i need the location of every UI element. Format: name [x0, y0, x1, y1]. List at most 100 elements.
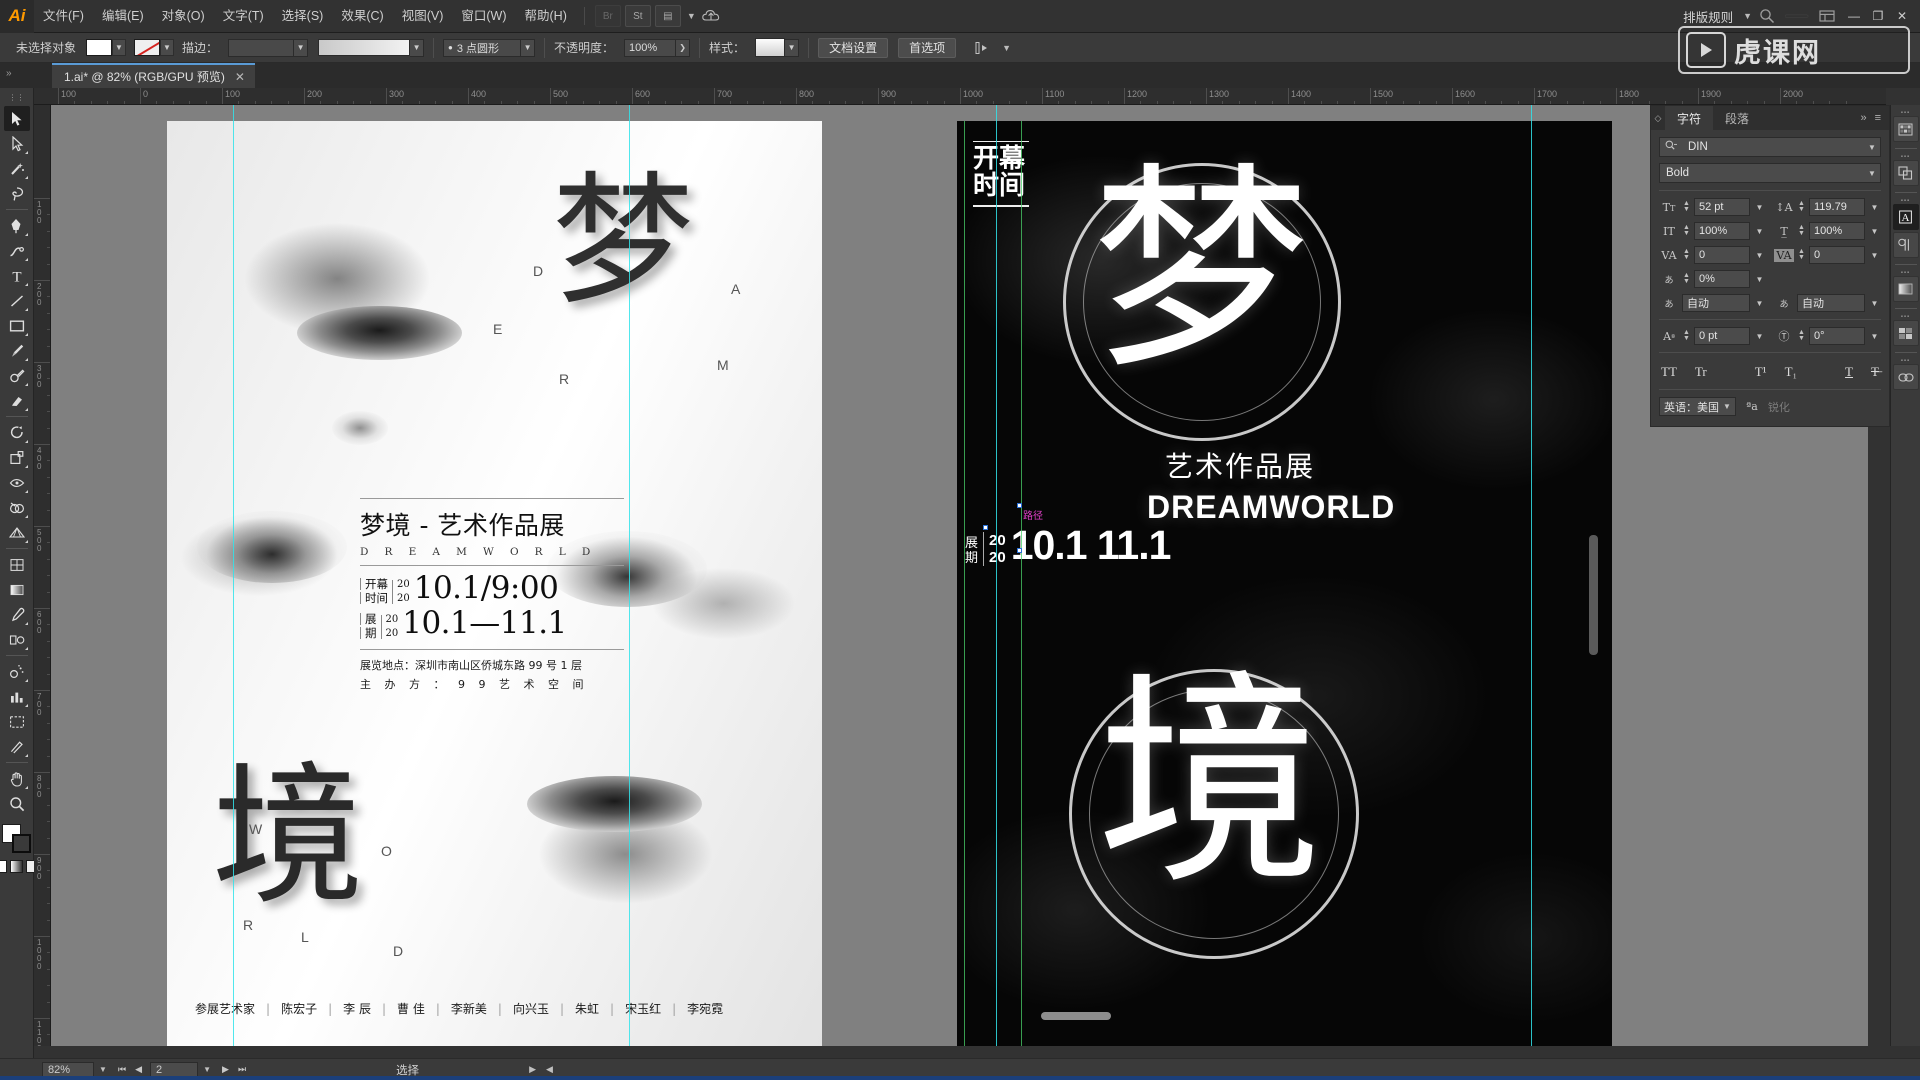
horizontal-scale-chevron-down-icon[interactable]: ▼ [1868, 227, 1881, 236]
canvas-area[interactable]: 梦 D A E R M 境 W O R L D 梦境 - 艺术作品展 D R E… [51, 105, 1868, 1046]
rectangle-tool[interactable] [4, 313, 30, 338]
strikethrough-button[interactable]: T̶ [1871, 364, 1879, 380]
artboard-chevron-down-icon[interactable]: ▼ [198, 1065, 216, 1074]
menu-window[interactable]: 窗口(W) [452, 0, 515, 33]
tracking-value[interactable]: 0 [1809, 246, 1865, 264]
align-icon[interactable] [970, 37, 996, 59]
hand-tool[interactable] [4, 766, 30, 791]
rail-grip[interactable]: ▪▪▪ [1901, 313, 1910, 320]
leading-value[interactable]: 119.79 [1809, 198, 1865, 216]
curvature-tool[interactable] [4, 238, 30, 263]
font-style-chevron-down-icon[interactable]: ▼ [1864, 169, 1880, 178]
tracking-stepper[interactable]: ▲ ▼ [1797, 248, 1806, 261]
width-tool[interactable] [4, 470, 30, 495]
vertical-scale-chevron-down-icon[interactable]: ▼ [1753, 227, 1766, 236]
leading-stepper[interactable]: ▲ ▼ [1797, 200, 1806, 213]
vertical-scale-value[interactable]: 100% [1694, 222, 1750, 240]
paintbrush-tool[interactable] [4, 338, 30, 363]
stroke-profile-preview[interactable] [318, 39, 411, 56]
align-chevron-down-icon[interactable]: ▼ [1002, 43, 1011, 53]
stroke-color-swatch[interactable] [11, 834, 31, 853]
shape-builder-tool[interactable] [4, 495, 30, 520]
tsume-right-chevron-down-icon[interactable]: ▼ [1868, 299, 1881, 308]
vertical-scrollbar[interactable] [1589, 535, 1598, 655]
pathfinder-panel-icon[interactable] [1892, 160, 1919, 186]
stroke-weight-chevron-down-icon[interactable]: ▼ [294, 38, 309, 57]
window-restore-button[interactable]: ❐ [1866, 5, 1890, 27]
gradient-panel-icon[interactable] [1892, 276, 1919, 302]
pencil-tool[interactable] [4, 363, 30, 388]
eraser-tool[interactable] [4, 388, 30, 413]
slice-tool[interactable] [4, 734, 30, 759]
search-icon[interactable] [1755, 4, 1779, 28]
preferences-button[interactable]: 首选项 [898, 37, 957, 58]
vertical-ruler[interactable]: 100 200 300 400 500 600 700 800 900 1000 1100 [34, 105, 51, 1046]
graphic-style-swatch[interactable] [755, 38, 786, 57]
gradient-tool[interactable] [4, 577, 30, 602]
rail-grip[interactable]: ▪▪▪ [1901, 357, 1910, 364]
small-caps-button[interactable]: Tr [1695, 364, 1707, 380]
panel-collapse-icon[interactable]: » [1860, 112, 1866, 124]
mesh-tool[interactable] [4, 552, 30, 577]
kerning-value[interactable]: 0 [1694, 246, 1750, 264]
rail-grip[interactable]: ▪▪▪ [1901, 153, 1910, 160]
opacity-field[interactable]: 100% [624, 38, 677, 57]
pen-tool[interactable] [4, 213, 30, 238]
arrange-chevron-down-icon[interactable]: ▼ [687, 11, 696, 21]
panel-drag-grip[interactable]: ◇ [1651, 113, 1665, 124]
paragraph-panel-icon[interactable] [1892, 232, 1919, 258]
character-rotation-chevron-down-icon[interactable]: ▼ [1868, 332, 1881, 341]
tsume-left-chevron-down-icon[interactable]: ▼ [1753, 299, 1766, 308]
lasso-tool[interactable] [4, 181, 30, 206]
blend-tool[interactable] [4, 627, 30, 652]
menu-edit[interactable]: 编辑(E) [93, 0, 153, 33]
perspective-grid-tool[interactable] [4, 520, 30, 545]
opacity-chevron-down-icon[interactable]: ❯ [676, 38, 691, 57]
artboard-tool[interactable] [4, 709, 30, 734]
column-graph-tool[interactable] [4, 684, 30, 709]
status-next-icon[interactable]: ▶ [529, 1064, 536, 1075]
close-icon[interactable]: ✕ [235, 70, 245, 84]
tsume-left-value[interactable]: 自动 [1682, 294, 1750, 312]
all-caps-button[interactable]: TT [1661, 364, 1677, 380]
workspace-chevron-down-icon[interactable]: ▼ [1743, 11, 1752, 21]
eyedropper-tool[interactable] [4, 602, 30, 627]
zoom-tool[interactable] [4, 791, 30, 816]
artboard-light-poster[interactable]: 梦 D A E R M 境 W O R L D 梦境 - 艺术作品展 D R E… [167, 121, 822, 1046]
links-panel-icon[interactable] [1892, 364, 1919, 390]
tracking-chevron-down-icon[interactable]: ▼ [1868, 251, 1881, 260]
antialias-value[interactable]: 锐化 [1768, 399, 1790, 415]
horizontal-scale-stepper[interactable]: ▲ ▼ [1797, 224, 1806, 237]
zoom-chevron-down-icon[interactable]: ▼ [94, 1065, 112, 1074]
panel-collapse-icon[interactable]: » [6, 68, 12, 79]
menu-file[interactable]: 文件(F) [34, 0, 93, 33]
character-rotation-value[interactable]: 0° [1809, 327, 1865, 345]
libraries-icon[interactable] [1815, 4, 1839, 28]
menu-object[interactable]: 对象(O) [153, 0, 214, 33]
font-family-chevron-down-icon[interactable]: ▼ [1864, 143, 1880, 152]
window-close-button[interactable]: ✕ [1890, 5, 1914, 27]
color-panel-icon[interactable] [1892, 116, 1919, 142]
rail-grip[interactable]: ▪▪▪ [1901, 269, 1910, 276]
toolbar-grip[interactable]: ⋮⋮ [7, 93, 27, 102]
horizontal-ruler[interactable]: 100 0 100 200 300 400 500 600 700 800 900 1000 1100 1… [34, 88, 1886, 105]
proportional-spacing-value[interactable]: 0% [1694, 270, 1750, 288]
symbol-sprayer-tool[interactable] [4, 659, 30, 684]
fill-stroke-indicator[interactable] [1, 824, 32, 854]
proportional-spacing-stepper[interactable]: ▲ ▼ [1682, 272, 1691, 285]
language-chevron-down-icon[interactable]: ▼ [1723, 402, 1731, 411]
proportional-spacing-chevron-down-icon[interactable]: ▼ [1753, 275, 1766, 284]
language-field[interactable]: 英语：美国 ▼ [1659, 397, 1736, 416]
stroke-weight-field[interactable] [228, 38, 295, 57]
workspace-selector[interactable]: 排版规则 [1677, 7, 1739, 26]
character-panel-icon[interactable]: A [1892, 204, 1919, 230]
magic-wand-tool[interactable] [4, 156, 30, 181]
underline-button[interactable]: T [1845, 364, 1853, 380]
tab-character[interactable]: 字符 [1665, 106, 1714, 130]
horizontal-scale-value[interactable]: 100% [1809, 222, 1865, 240]
type-tool[interactable]: T [4, 263, 30, 288]
last-artboard-button[interactable]: ⏭ [238, 1064, 246, 1075]
panel-menu-icon[interactable]: ≡ [1875, 112, 1881, 124]
direct-selection-tool[interactable] [4, 131, 30, 156]
font-size-stepper[interactable]: ▲ ▼ [1682, 200, 1691, 213]
